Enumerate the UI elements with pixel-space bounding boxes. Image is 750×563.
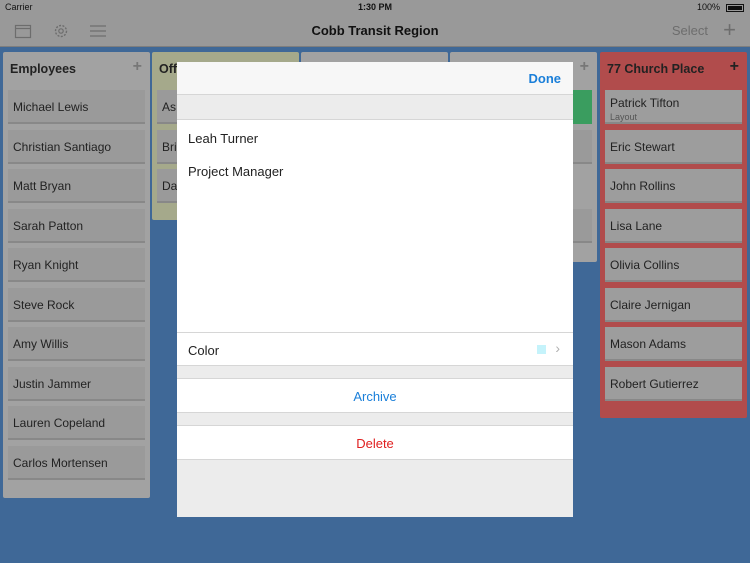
add-card-button[interactable]: +: [133, 58, 142, 76]
employee-card[interactable]: Ryan Knight: [8, 248, 145, 282]
color-label: Color: [188, 343, 220, 358]
card-name: Olivia Collins: [610, 258, 680, 272]
column-header: 77 Church Place +: [600, 52, 747, 86]
column-title: Off: [159, 62, 178, 76]
employee-card[interactable]: Lauren Copeland: [8, 406, 145, 440]
status-time: 1:30 PM: [357, 2, 392, 12]
employee-card[interactable]: Robert Gutierrez: [605, 367, 742, 401]
add-card-button[interactable]: +: [730, 58, 739, 76]
add-button[interactable]: +: [723, 17, 736, 43]
column-church-place: 77 Church Place + Patrick Tifton Layout …: [600, 52, 747, 418]
employee-card[interactable]: Olivia Collins: [605, 248, 742, 282]
done-button[interactable]: Done: [529, 71, 562, 86]
card-name: Bri: [162, 140, 177, 154]
employee-card[interactable]: Christian Santiago: [8, 130, 145, 164]
select-button[interactable]: Select: [672, 23, 708, 38]
delete-button[interactable]: Delete: [177, 425, 573, 460]
employee-card[interactable]: John Rollins: [605, 169, 742, 203]
card-name: Mason Adams: [610, 337, 687, 351]
color-row[interactable]: Color ›: [177, 332, 573, 366]
card-name: Lauren Copeland: [13, 416, 106, 430]
column-employees: Employees + Michael Lewis Christian Sant…: [3, 52, 150, 498]
employee-card[interactable]: Patrick Tifton Layout: [605, 90, 742, 124]
card-name: Amy Willis: [13, 337, 69, 351]
archive-button[interactable]: Archive: [177, 378, 573, 413]
page-title: Cobb Transit Region: [311, 23, 439, 38]
title-textarea[interactable]: Project Manager: [177, 156, 573, 332]
edit-card-modal: Done Leah Turner Project Manager Color ›…: [177, 62, 573, 517]
card-name: Eric Stewart: [610, 140, 675, 154]
card-name: Sarah Patton: [13, 219, 84, 233]
employee-card[interactable]: Matt Bryan: [8, 169, 145, 203]
title-value: Project Manager: [188, 164, 284, 179]
column-header: Employees +: [3, 52, 150, 86]
employee-card[interactable]: Justin Jammer: [8, 367, 145, 401]
nav-bar: Cobb Transit Region Select +: [0, 16, 750, 47]
card-name: Christian Santiago: [13, 140, 112, 154]
name-value: Leah Turner: [188, 131, 259, 146]
card-name: Matt Bryan: [13, 179, 72, 193]
status-bar: Carrier 1:30 PM 100%: [0, 0, 750, 16]
delete-label: Delete: [356, 436, 394, 451]
card-name: John Rollins: [610, 179, 676, 193]
column-title: Employees: [10, 62, 77, 76]
card-name: Carlos Mortensen: [13, 456, 108, 470]
card-subtitle: Layout: [610, 112, 638, 122]
battery-percent: 100%: [696, 2, 720, 12]
name-field[interactable]: Leah Turner: [177, 119, 573, 157]
color-swatch: [537, 345, 546, 354]
card-name: Robert Gutierrez: [610, 377, 699, 391]
card-name: Claire Jernigan: [610, 298, 691, 312]
employee-card[interactable]: Sarah Patton: [8, 209, 145, 243]
employee-card[interactable]: Mason Adams: [605, 327, 742, 361]
card-name: Lisa Lane: [610, 219, 663, 233]
card-name: Patrick Tifton: [610, 96, 680, 110]
card-name: Michael Lewis: [13, 100, 89, 114]
add-card-button[interactable]: +: [580, 58, 589, 76]
employee-card[interactable]: Eric Stewart: [605, 130, 742, 164]
employee-card[interactable]: Michael Lewis: [8, 90, 145, 124]
battery-icon: [726, 4, 744, 12]
modal-header: Done: [177, 62, 573, 95]
archive-label: Archive: [353, 389, 397, 404]
card-name: Justin Jammer: [13, 377, 92, 391]
chevron-right-icon: ›: [555, 340, 560, 356]
employee-card[interactable]: Lisa Lane: [605, 209, 742, 243]
employee-card[interactable]: Claire Jernigan: [605, 288, 742, 322]
employee-card[interactable]: Carlos Mortensen: [8, 446, 145, 480]
column-title: 77 Church Place: [607, 62, 705, 76]
card-name: Ryan Knight: [13, 258, 79, 272]
card-name: Da: [162, 179, 178, 193]
employee-card[interactable]: Amy Willis: [8, 327, 145, 361]
employee-card[interactable]: Steve Rock: [8, 288, 145, 322]
card-name: Steve Rock: [13, 298, 75, 312]
card-name: As: [162, 100, 177, 114]
